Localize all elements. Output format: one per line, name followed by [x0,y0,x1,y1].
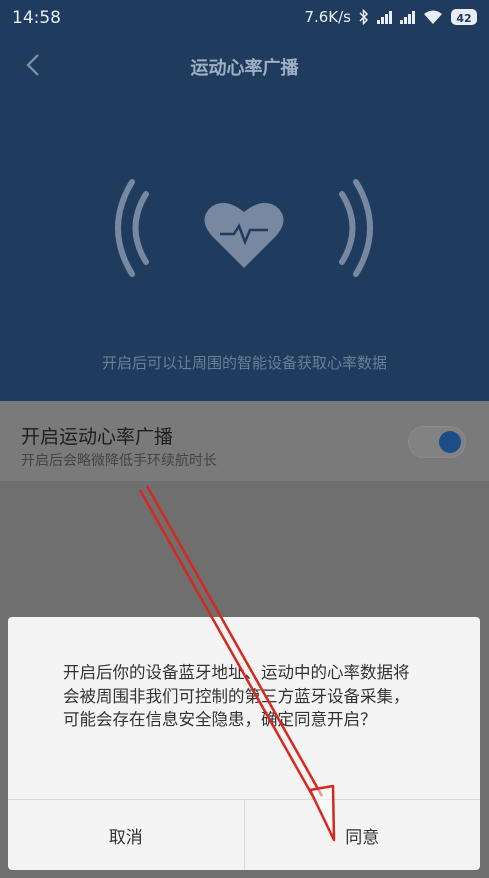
battery-icon: 42 [451,9,477,25]
agree-button[interactable]: 同意 [243,800,481,870]
signal-icon-2 [400,10,415,24]
setting-subtitle: 开启后会略微降低手环续航时长 [21,453,217,469]
toggle-knob [439,431,461,453]
screen: 14:58 7.6K/s 42 运动心率广播 开启后可以让周围的智能设备获取心率… [0,0,489,878]
network-speed: 7.6K/s [304,8,351,26]
bluetooth-icon [359,9,369,25]
broadcast-toggle[interactable] [408,426,466,458]
cancel-button[interactable]: 取消 [8,800,244,870]
status-icons: 7.6K/s 42 [304,8,477,26]
confirm-dialog: 开启后你的设备蓝牙地址、运动中的心率数据将会被周围非我们可控制的第三方蓝牙设备采… [8,617,480,870]
dialog-buttons: 取消 同意 [8,799,480,870]
hero-description: 开启后可以让周围的智能设备获取心率数据 [101,354,387,372]
page-title: 运动心率广播 [190,58,299,79]
status-time: 14:58 [12,8,61,28]
signal-icon-1 [377,10,392,24]
setting-title: 开启运动心率广播 [21,426,174,448]
header-area: 14:58 7.6K/s 42 运动心率广播 开启后可以让周围的智能设备获取心率… [0,0,489,401]
heart-broadcast-icon [115,179,373,277]
dialog-message: 开启后你的设备蓝牙地址、运动中的心率数据将会被周围非我们可控制的第三方蓝牙设备采… [63,663,410,729]
status-bar: 14:58 7.6K/s 42 [0,0,489,36]
wifi-icon [424,10,442,24]
